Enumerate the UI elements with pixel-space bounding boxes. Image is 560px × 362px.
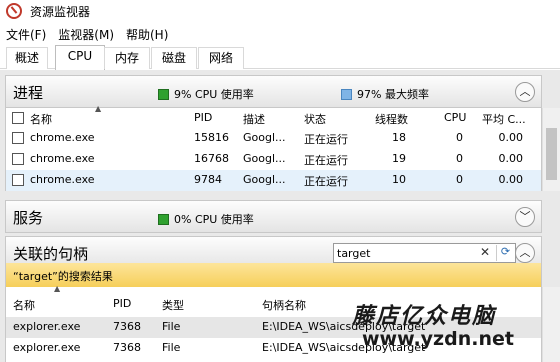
services-cpu-swatch [158, 213, 169, 225]
process-pid: 16768 [194, 152, 229, 165]
process-status: 正在运行 [304, 133, 348, 146]
chevron-up-icon: ︿ [519, 85, 531, 98]
services-cpu-label: 0% CPU 使用率 [174, 213, 254, 226]
handle-type: File [162, 320, 181, 333]
services-header[interactable]: 服务 0% CPU 使用率 ﹀ [5, 200, 542, 233]
handle-type: File [162, 341, 181, 354]
row-checkbox[interactable] [12, 132, 24, 144]
process-name: chrome.exe [30, 131, 95, 144]
search-results-band: “target”的搜索结果 [5, 263, 542, 287]
search-results-label: “target”的搜索结果 [13, 270, 113, 283]
watermark-brand: 藤店亿众电脑 [352, 303, 497, 329]
collapse-processes-button[interactable]: ︿ [515, 82, 535, 102]
col-handle-pid[interactable]: PID [113, 297, 131, 310]
handle-pid: 7368 [113, 320, 141, 333]
process-threads: 19 [392, 152, 406, 165]
col-avg-cpu[interactable]: 平均 C... [482, 111, 526, 127]
process-name: chrome.exe [30, 173, 95, 186]
process-threads: 18 [392, 131, 406, 144]
menu-file[interactable]: 文件(F) [0, 26, 52, 43]
scroll-thumb[interactable] [546, 128, 557, 180]
sort-ascending-icon: ▲ [54, 284, 61, 293]
process-description: Googl... [243, 152, 286, 165]
sort-ascending-icon: ▲ [95, 104, 102, 113]
col-description[interactable]: 描述 [243, 111, 265, 127]
max-frequency-stat: 97% 最大频率 [341, 86, 429, 102]
cpu-usage-stat: 9% CPU 使用率 [158, 86, 254, 102]
cpu-usage-label: 9% CPU 使用率 [174, 88, 254, 101]
process-description: Googl... [243, 131, 286, 144]
table-row[interactable]: chrome.exe 15816 Googl... 正在运行 18 0 0.00 [6, 128, 541, 149]
row-checkbox[interactable] [12, 153, 24, 165]
process-avg-cpu: 0.00 [498, 152, 524, 165]
process-avg-cpu: 0.00 [498, 173, 524, 186]
col-handle-type[interactable]: 类型 [162, 297, 184, 313]
processes-header[interactable]: 进程 9% CPU 使用率 97% 最大频率 ︿ [5, 75, 542, 108]
menu-help[interactable]: 帮助(H) [120, 26, 174, 43]
chevron-up-icon: ︿ [519, 246, 531, 259]
col-threads[interactable]: 线程数 [375, 111, 408, 127]
processes-scrollbar[interactable] [542, 108, 560, 191]
process-status: 正在运行 [304, 154, 348, 167]
handle-process: explorer.exe [13, 341, 81, 354]
handle-search-box: ✕ ⟳ [333, 243, 516, 263]
processes-table: ▲ 名称 PID 描述 状态 线程数 CPU 平均 C... chrome.ex… [5, 104, 542, 191]
process-status: 正在运行 [304, 175, 348, 188]
process-cpu: 0 [456, 173, 463, 186]
max-frequency-label: 97% 最大频率 [357, 88, 429, 101]
tab-memory[interactable]: 内存 [104, 47, 150, 69]
menu-monitor[interactable]: 监视器(M) [52, 26, 120, 43]
process-pid: 9784 [194, 173, 222, 186]
tab-network[interactable]: 网络 [198, 47, 244, 69]
handle-process: explorer.exe [13, 320, 81, 333]
chevron-down-icon: ﹀ [519, 210, 531, 223]
col-handle-name[interactable]: 句柄名称 [262, 297, 306, 313]
services-cpu-stat: 0% CPU 使用率 [158, 211, 254, 227]
process-description: Googl... [243, 173, 286, 186]
select-all-checkbox[interactable] [12, 112, 24, 124]
collapse-handles-button[interactable]: ︿ [515, 243, 535, 263]
expand-services-button[interactable]: ﹀ [515, 207, 535, 227]
tab-cpu[interactable]: CPU [55, 45, 105, 70]
process-cpu: 0 [456, 152, 463, 165]
table-row[interactable]: chrome.exe 9784 Googl... 正在运行 10 0 0.00 [6, 170, 541, 191]
window-title: 资源监视器 [30, 4, 91, 19]
tab-disk[interactable]: 磁盘 [151, 47, 197, 69]
col-pid[interactable]: PID [194, 111, 212, 124]
process-threads: 10 [392, 173, 406, 186]
processes-title: 进程 [13, 84, 44, 102]
col-status[interactable]: 状态 [304, 111, 326, 127]
row-checkbox[interactable] [12, 174, 24, 186]
clear-icon[interactable]: ✕ [480, 245, 490, 259]
process-name: chrome.exe [30, 152, 95, 165]
search-refresh-icon[interactable]: ⟳ [496, 245, 514, 261]
tab-bar: 概述 CPU 内存 磁盘 网络 [0, 45, 560, 70]
handles-title: 关联的句柄 [13, 245, 89, 263]
handle-pid: 7368 [113, 341, 141, 354]
handle-search-input[interactable] [337, 245, 477, 261]
watermark-url: www.yzdn.net [362, 328, 514, 350]
col-handle-process[interactable]: 名称 [13, 297, 35, 313]
watermark: 藤店亿众电脑 www.yzdn.net [352, 298, 560, 362]
process-pid: 15816 [194, 131, 229, 144]
title-bar: 资源监视器 [0, 0, 560, 22]
menu-bar: 文件(F) 监视器(M) 帮助(H) [0, 24, 174, 44]
process-cpu: 0 [456, 131, 463, 144]
col-cpu[interactable]: CPU [444, 111, 466, 124]
services-title: 服务 [13, 209, 44, 227]
process-avg-cpu: 0.00 [498, 131, 524, 144]
max-frequency-swatch [341, 88, 352, 100]
app-icon [6, 3, 22, 19]
cpu-usage-swatch [158, 88, 169, 100]
tab-overview[interactable]: 概述 [6, 47, 48, 69]
table-row[interactable]: chrome.exe 16768 Googl... 正在运行 19 0 0.00 [6, 149, 541, 170]
col-name[interactable]: 名称 [30, 111, 52, 127]
